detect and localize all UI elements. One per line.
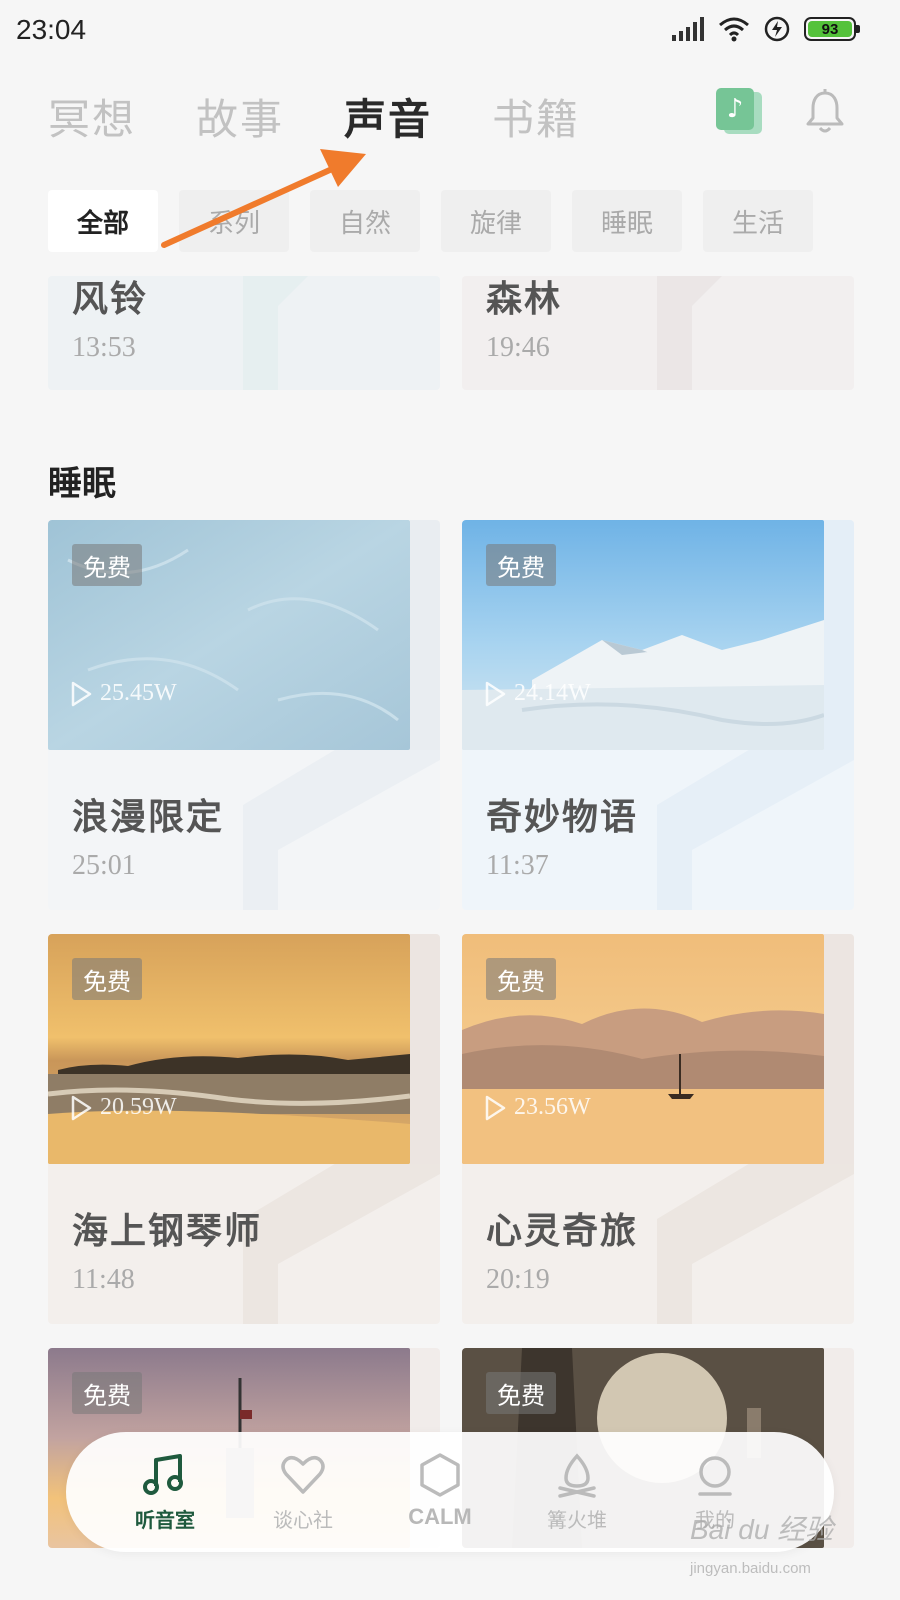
bell-icon[interactable] <box>804 88 846 136</box>
status-icons: 93 <box>672 16 860 42</box>
play-count-value: 20.59W <box>100 1094 177 1120</box>
card-thumbnail: 免费 23.56W <box>462 934 824 1164</box>
play-count: 25.45W <box>70 680 177 707</box>
nav-calm[interactable]: CALM <box>385 1452 495 1530</box>
wifi-icon <box>719 17 749 42</box>
card-thumbnail: 免费 25.45W <box>48 520 410 750</box>
free-badge: 免费 <box>72 1372 142 1414</box>
card-duration: 25:01 <box>72 850 136 881</box>
music-note-icon <box>143 1454 183 1495</box>
charging-icon <box>764 16 790 42</box>
status-time: 23:04 <box>16 14 87 45</box>
card-title: 浪漫限定 <box>72 796 225 838</box>
hexagon-icon <box>420 1453 460 1497</box>
chip-melody[interactable]: 旋律 <box>441 190 551 252</box>
free-badge: 免费 <box>72 544 142 586</box>
play-count: 20.59W <box>70 1094 177 1121</box>
play-count-value: 25.45W <box>100 680 177 706</box>
tab-books[interactable]: 书籍 <box>492 86 580 147</box>
nav-campfire[interactable]: 篝火堆 <box>522 1452 632 1533</box>
signal-icon <box>672 17 704 41</box>
card-thumbnail: 免费 24.14W <box>462 520 824 750</box>
sound-card-wind-chime[interactable]: 风铃 13:53 <box>48 276 440 390</box>
play-icon <box>71 1095 92 1120</box>
card-duration: 19:46 <box>486 332 550 363</box>
sleep-card[interactable]: 免费 24.14W 奇妙物语 11:37 <box>462 520 854 910</box>
play-count-value: 24.14W <box>514 680 591 706</box>
nav-label: 篝火堆 <box>547 1508 607 1532</box>
play-count: 23.56W <box>484 1094 591 1121</box>
campfire-icon <box>558 1453 596 1498</box>
profile-icon <box>698 1456 732 1496</box>
top-tabs: 冥想 故事 声音 书籍 <box>48 86 580 147</box>
card-title: 海上钢琴师 <box>72 1210 263 1252</box>
free-badge: 免费 <box>72 958 142 1000</box>
watermark-url: jingyan.baidu.com <box>690 1560 811 1577</box>
nav-listening-room[interactable]: 听音室 <box>110 1452 220 1533</box>
sleep-card[interactable]: 免费 20.59W 海上钢琴师 11:48 <box>48 934 440 1324</box>
play-icon <box>485 681 506 706</box>
card-thumbnail: 免费 20.59W <box>48 934 410 1164</box>
sleep-card[interactable]: 免费 25.45W 浪漫限定 25:01 <box>48 520 440 910</box>
play-icon <box>485 1095 506 1120</box>
watermark: Bai du 经验 <box>690 1514 834 1545</box>
chip-nature[interactable]: 自然 <box>310 190 420 252</box>
tab-meditation[interactable]: 冥想 <box>48 86 136 147</box>
free-badge: 免费 <box>486 958 556 1000</box>
nav-heart-talk[interactable]: 谈心社 <box>248 1452 358 1533</box>
free-badge: 免费 <box>486 1372 556 1414</box>
status-bar: 23:04 93 <box>0 0 900 64</box>
card-duration: 11:48 <box>72 1264 135 1295</box>
nav-label: CALM <box>408 1504 472 1529</box>
chip-series[interactable]: 系列 <box>179 190 289 252</box>
nav-label: 谈心社 <box>273 1508 333 1532</box>
chip-life[interactable]: 生活 <box>703 190 813 252</box>
tab-stories[interactable]: 故事 <box>196 86 284 147</box>
battery-icon: 93 <box>804 17 860 41</box>
card-duration: 20:19 <box>486 1264 550 1295</box>
battery-level: 93 <box>808 21 852 38</box>
card-duration: 13:53 <box>72 332 136 363</box>
nav-label: 听音室 <box>135 1508 195 1532</box>
sound-card-forest[interactable]: 森林 19:46 <box>462 276 854 390</box>
card-title: 森林 <box>486 278 563 320</box>
chip-all[interactable]: 全部 <box>48 190 158 252</box>
section-title-sleep: 睡眠 <box>48 464 116 504</box>
play-icon <box>71 681 92 706</box>
card-title: 风铃 <box>72 278 149 320</box>
chip-sleep[interactable]: 睡眠 <box>572 190 682 252</box>
sleep-card[interactable]: 免费 23.56W 心灵奇旅 20:19 <box>462 934 854 1324</box>
card-title: 心灵奇旅 <box>486 1210 639 1252</box>
tab-sounds[interactable]: 声音 <box>344 86 432 147</box>
play-count: 24.14W <box>484 680 591 707</box>
music-library-icon[interactable]: ♪ <box>716 88 762 136</box>
card-title: 奇妙物语 <box>486 796 639 838</box>
free-badge: 免费 <box>486 544 556 586</box>
card-duration: 11:37 <box>486 850 549 881</box>
heart-icon <box>281 1456 325 1494</box>
play-count-value: 23.56W <box>514 1094 591 1120</box>
category-chips: 全部 系列 自然 旋律 睡眠 生活 <box>48 190 813 252</box>
